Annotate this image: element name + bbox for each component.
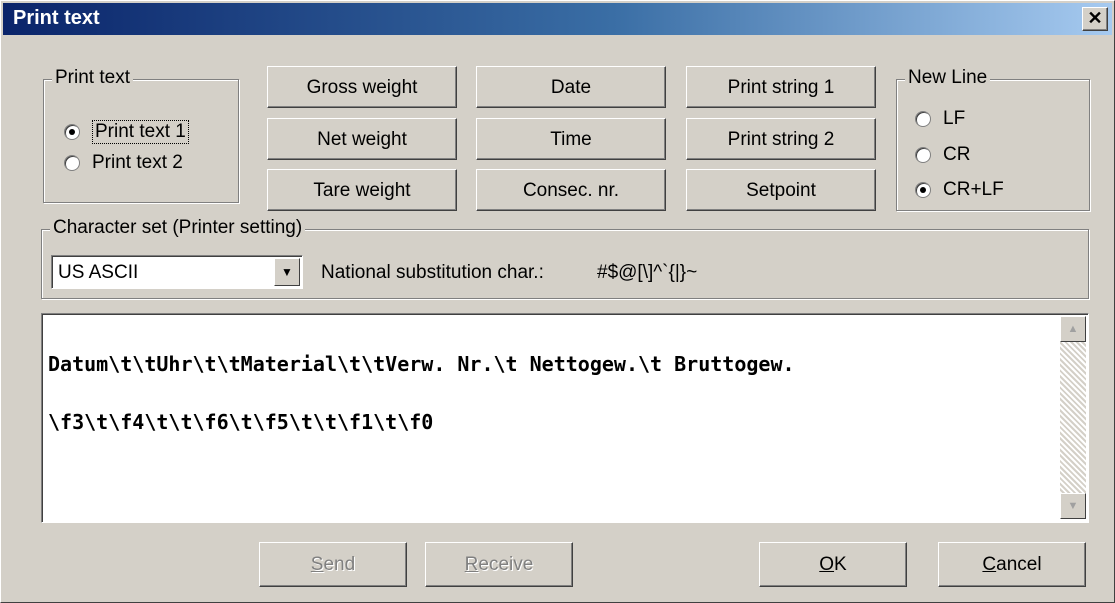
radio-cr-lf[interactable]: CR+LF bbox=[915, 179, 1004, 201]
new-line-group-label: New Line bbox=[905, 67, 991, 89]
window-title: Print text bbox=[13, 7, 100, 29]
date-button[interactable]: Date bbox=[476, 66, 666, 108]
cancel-accel: C bbox=[982, 554, 997, 575]
cancel-button[interactable]: Cancel bbox=[938, 542, 1086, 587]
print-text-group: Print text Print text 1 Print text 2 bbox=[43, 67, 239, 203]
radio-button[interactable] bbox=[915, 111, 931, 127]
send-accel: S bbox=[310, 554, 324, 575]
radio-label: Print text 1 bbox=[92, 120, 189, 144]
send-button[interactable]: Send bbox=[259, 542, 407, 587]
editor-line-2: \f3\t\f4\t\t\f6\t\f5\t\t\f1\t\f0 bbox=[48, 410, 434, 434]
print-text-dialog: Print text ✕ Print text Print text 1 Pri… bbox=[0, 0, 1115, 603]
time-button[interactable]: Time bbox=[476, 118, 666, 160]
national-substitution-label: National substitution char.: bbox=[321, 262, 544, 283]
scroll-down-icon[interactable]: ▼ bbox=[1060, 493, 1086, 519]
radio-button[interactable] bbox=[64, 155, 80, 171]
cancel-rest: ancel bbox=[996, 554, 1042, 575]
print-text-editor[interactable]: Datum\t\tUhr\t\tMaterial\t\tVerw. Nr.\t … bbox=[41, 313, 1089, 523]
setpoint-button[interactable]: Setpoint bbox=[686, 169, 876, 211]
radio-button-checked[interactable] bbox=[915, 182, 931, 198]
gross-weight-button[interactable]: Gross weight bbox=[267, 66, 457, 108]
radio-label: Print text 2 bbox=[92, 152, 183, 173]
print-string-2-button[interactable]: Print string 2 bbox=[686, 118, 876, 160]
radio-button-checked[interactable] bbox=[64, 124, 80, 140]
scroll-up-icon[interactable]: ▲ bbox=[1060, 316, 1086, 342]
send-rest: end bbox=[323, 554, 356, 575]
ok-rest: K bbox=[834, 554, 847, 575]
radio-label: CR bbox=[943, 144, 971, 165]
character-set-group-label: Character set (Printer setting) bbox=[50, 217, 306, 239]
ok-button[interactable]: OK bbox=[759, 542, 907, 587]
radio-cr[interactable]: CR bbox=[915, 144, 970, 166]
radio-lf[interactable]: LF bbox=[915, 108, 965, 130]
close-button[interactable]: ✕ bbox=[1082, 7, 1108, 31]
receive-accel: R bbox=[464, 554, 479, 575]
consec-nr-button[interactable]: Consec. nr. bbox=[476, 169, 666, 211]
radio-print-text-1[interactable]: Print text 1 bbox=[64, 120, 189, 144]
vertical-scrollbar[interactable]: ▲ ▼ bbox=[1060, 316, 1086, 519]
title-bar[interactable]: Print text ✕ bbox=[3, 3, 1112, 35]
net-weight-button[interactable]: Net weight bbox=[267, 118, 457, 160]
receive-rest: eceive bbox=[478, 554, 534, 575]
national-substitution-value: #$@[\]^`{|}~ bbox=[597, 262, 698, 283]
radio-button[interactable] bbox=[915, 147, 931, 163]
receive-button[interactable]: Receive bbox=[425, 542, 573, 587]
print-string-1-button[interactable]: Print string 1 bbox=[686, 66, 876, 108]
close-icon: ✕ bbox=[1087, 8, 1103, 28]
radio-label: CR+LF bbox=[943, 179, 1004, 200]
character-set-dropdown[interactable]: US ASCII ▼ bbox=[51, 255, 303, 289]
editor-line-1: Datum\t\tUhr\t\tMaterial\t\tVerw. Nr.\t … bbox=[48, 352, 795, 376]
radio-label: LF bbox=[943, 108, 966, 129]
print-text-group-label: Print text bbox=[52, 67, 133, 89]
chevron-down-icon[interactable]: ▼ bbox=[274, 258, 300, 286]
tare-weight-button[interactable]: Tare weight bbox=[267, 169, 457, 211]
radio-print-text-2[interactable]: Print text 2 bbox=[64, 152, 183, 174]
dropdown-value: US ASCII bbox=[58, 262, 139, 283]
ok-accel: O bbox=[819, 554, 835, 575]
new-line-group: New Line LF CR CR+LF bbox=[896, 67, 1090, 211]
